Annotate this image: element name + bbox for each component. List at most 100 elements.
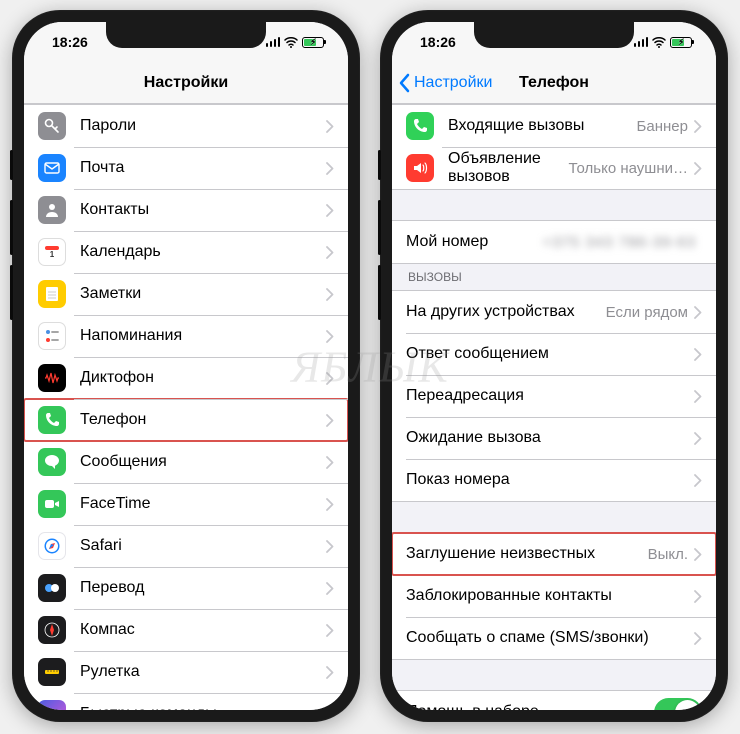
row-label: Напоминания bbox=[80, 327, 326, 345]
row-textreply[interactable]: Ответ сообщением bbox=[392, 333, 716, 375]
row-label: Входящие вызовы bbox=[448, 117, 637, 135]
translate-icon bbox=[38, 574, 66, 602]
row-waiting[interactable]: Ожидание вызова bbox=[392, 417, 716, 459]
row-label: Диктофон bbox=[80, 369, 326, 387]
chevron-icon bbox=[694, 390, 702, 403]
row-label: Safari bbox=[80, 537, 326, 555]
back-button[interactable]: Настройки bbox=[398, 73, 492, 93]
video-icon bbox=[38, 490, 66, 518]
chevron-icon bbox=[326, 456, 334, 469]
notes-icon bbox=[38, 280, 66, 308]
group-header-calls: ВЫЗОВЫ bbox=[392, 264, 716, 290]
settings-row-voicememos[interactable]: Диктофон bbox=[24, 357, 348, 399]
row-label: Компас bbox=[80, 621, 326, 639]
row-label: Ответ сообщением bbox=[406, 345, 694, 363]
row-label: Пароли bbox=[80, 117, 326, 135]
row-label: Перевод bbox=[80, 579, 326, 597]
row-detail: Только наушни… bbox=[569, 160, 688, 177]
dial-assist-switch[interactable] bbox=[654, 698, 702, 711]
nav-bar: Настройки bbox=[24, 62, 348, 104]
row-detail: Если рядом bbox=[606, 304, 688, 321]
settings-row-messages[interactable]: Сообщения bbox=[24, 441, 348, 483]
person-icon bbox=[38, 196, 66, 224]
settings-row-mail[interactable]: Почта bbox=[24, 147, 348, 189]
row-label: Контакты bbox=[80, 201, 326, 219]
chevron-icon bbox=[326, 246, 334, 259]
chevron-icon bbox=[694, 474, 702, 487]
phone-left: 18:26 ⚡︎ Настройки Пароли Почта Контакты Ка… bbox=[12, 10, 360, 722]
row-incoming[interactable]: Входящие вызовыБаннер bbox=[392, 105, 716, 147]
row-label: Заглушение неизвестных bbox=[406, 545, 648, 563]
settings-row-measure[interactable]: Рулетка bbox=[24, 651, 348, 693]
shortcuts-icon bbox=[38, 700, 66, 710]
phone-settings[interactable]: Входящие вызовыБаннерОбъявление вызововТ… bbox=[392, 104, 716, 710]
chevron-icon bbox=[326, 498, 334, 511]
chevron-icon bbox=[326, 582, 334, 595]
settings-row-translate[interactable]: Перевод bbox=[24, 567, 348, 609]
row-label: Рулетка bbox=[80, 663, 326, 681]
row-silence[interactable]: Заглушение неизвестныхВыкл. bbox=[392, 533, 716, 575]
speaker-icon bbox=[406, 154, 434, 182]
phone-right: 18:26 ⚡︎ Настройки Телефон Входящие вызо… bbox=[380, 10, 728, 722]
row-otherdev[interactable]: На других устройствахЕсли рядом bbox=[392, 291, 716, 333]
notch bbox=[106, 22, 266, 48]
chevron-icon bbox=[326, 414, 334, 427]
row-label: Ожидание вызова bbox=[406, 429, 694, 447]
mail-icon bbox=[38, 154, 66, 182]
settings-row-passwords[interactable]: Пароли bbox=[24, 105, 348, 147]
row-label: Помощь в наборе bbox=[406, 703, 654, 710]
chevron-icon bbox=[326, 204, 334, 217]
row-label: Заблокированные контакты bbox=[406, 587, 694, 605]
row-dial-assist[interactable]: Помощь в наборе bbox=[392, 691, 716, 710]
chevron-icon bbox=[326, 120, 334, 133]
settings-row-phone[interactable]: Телефон bbox=[24, 399, 348, 441]
phone-icon bbox=[38, 406, 66, 434]
settings-row-compass[interactable]: Компас bbox=[24, 609, 348, 651]
wave-icon bbox=[38, 364, 66, 392]
nav-bar: Настройки Телефон bbox=[392, 62, 716, 104]
row-label: Быстрые команды bbox=[80, 705, 326, 710]
row-blocked[interactable]: Заблокированные контакты bbox=[392, 575, 716, 617]
chevron-icon bbox=[326, 330, 334, 343]
chevron-icon bbox=[694, 432, 702, 445]
row-label: Показ номера bbox=[406, 471, 694, 489]
row-forward[interactable]: Переадресация bbox=[392, 375, 716, 417]
chevron-icon bbox=[694, 306, 702, 319]
row-label: FaceTime bbox=[80, 495, 326, 513]
settings-row-shortcuts[interactable]: Быстрые команды bbox=[24, 693, 348, 710]
row-label: Сообщать о спаме (SMS/звонки) bbox=[406, 629, 694, 647]
row-spam[interactable]: Сообщать о спаме (SMS/звонки) bbox=[392, 617, 716, 659]
chevron-icon bbox=[326, 372, 334, 385]
row-label: Мой номер bbox=[406, 233, 542, 251]
row-my-number[interactable]: Мой номер +375 343 786-39-63 bbox=[392, 221, 716, 263]
chevron-icon bbox=[694, 348, 702, 361]
phone-icon bbox=[406, 112, 434, 140]
back-label: Настройки bbox=[414, 74, 492, 92]
status-time: 18:26 bbox=[52, 34, 88, 50]
row-label: Объявление вызовов bbox=[448, 150, 569, 186]
back-chevron-icon bbox=[398, 73, 410, 93]
row-label: Заметки bbox=[80, 285, 326, 303]
settings-row-calendar[interactable]: Календарь bbox=[24, 231, 348, 273]
calendar-icon bbox=[38, 238, 66, 266]
status-time: 18:26 bbox=[420, 34, 456, 50]
battery-icon: ⚡︎ bbox=[670, 37, 692, 48]
safari-icon bbox=[38, 532, 66, 560]
key-icon bbox=[38, 112, 66, 140]
chevron-icon bbox=[326, 624, 334, 637]
settings-row-facetime[interactable]: FaceTime bbox=[24, 483, 348, 525]
settings-row-reminders[interactable]: Напоминания bbox=[24, 315, 348, 357]
battery-icon: ⚡︎ bbox=[302, 37, 324, 48]
settings-list[interactable]: Пароли Почта Контакты Календарь Заметки Напом… bbox=[24, 104, 348, 710]
row-announce[interactable]: Объявление вызововТолько наушни… bbox=[392, 147, 716, 189]
settings-row-notes[interactable]: Заметки bbox=[24, 273, 348, 315]
settings-row-safari[interactable]: Safari bbox=[24, 525, 348, 567]
settings-row-contacts[interactable]: Контакты bbox=[24, 189, 348, 231]
row-label: Переадресация bbox=[406, 387, 694, 405]
chevron-icon bbox=[694, 162, 702, 175]
chevron-icon bbox=[694, 548, 702, 561]
row-detail: Баннер bbox=[637, 118, 688, 135]
chevron-icon bbox=[694, 120, 702, 133]
ruler-icon bbox=[38, 658, 66, 686]
row-callerid[interactable]: Показ номера bbox=[392, 459, 716, 501]
